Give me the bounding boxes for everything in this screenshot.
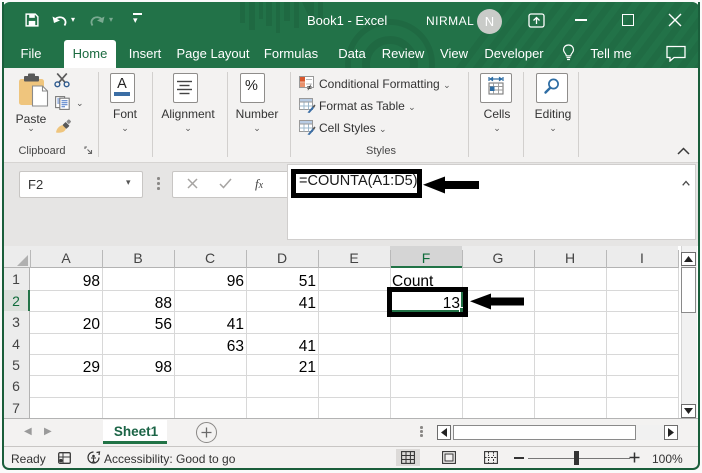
svg-text:≠: ≠ (307, 83, 312, 92)
